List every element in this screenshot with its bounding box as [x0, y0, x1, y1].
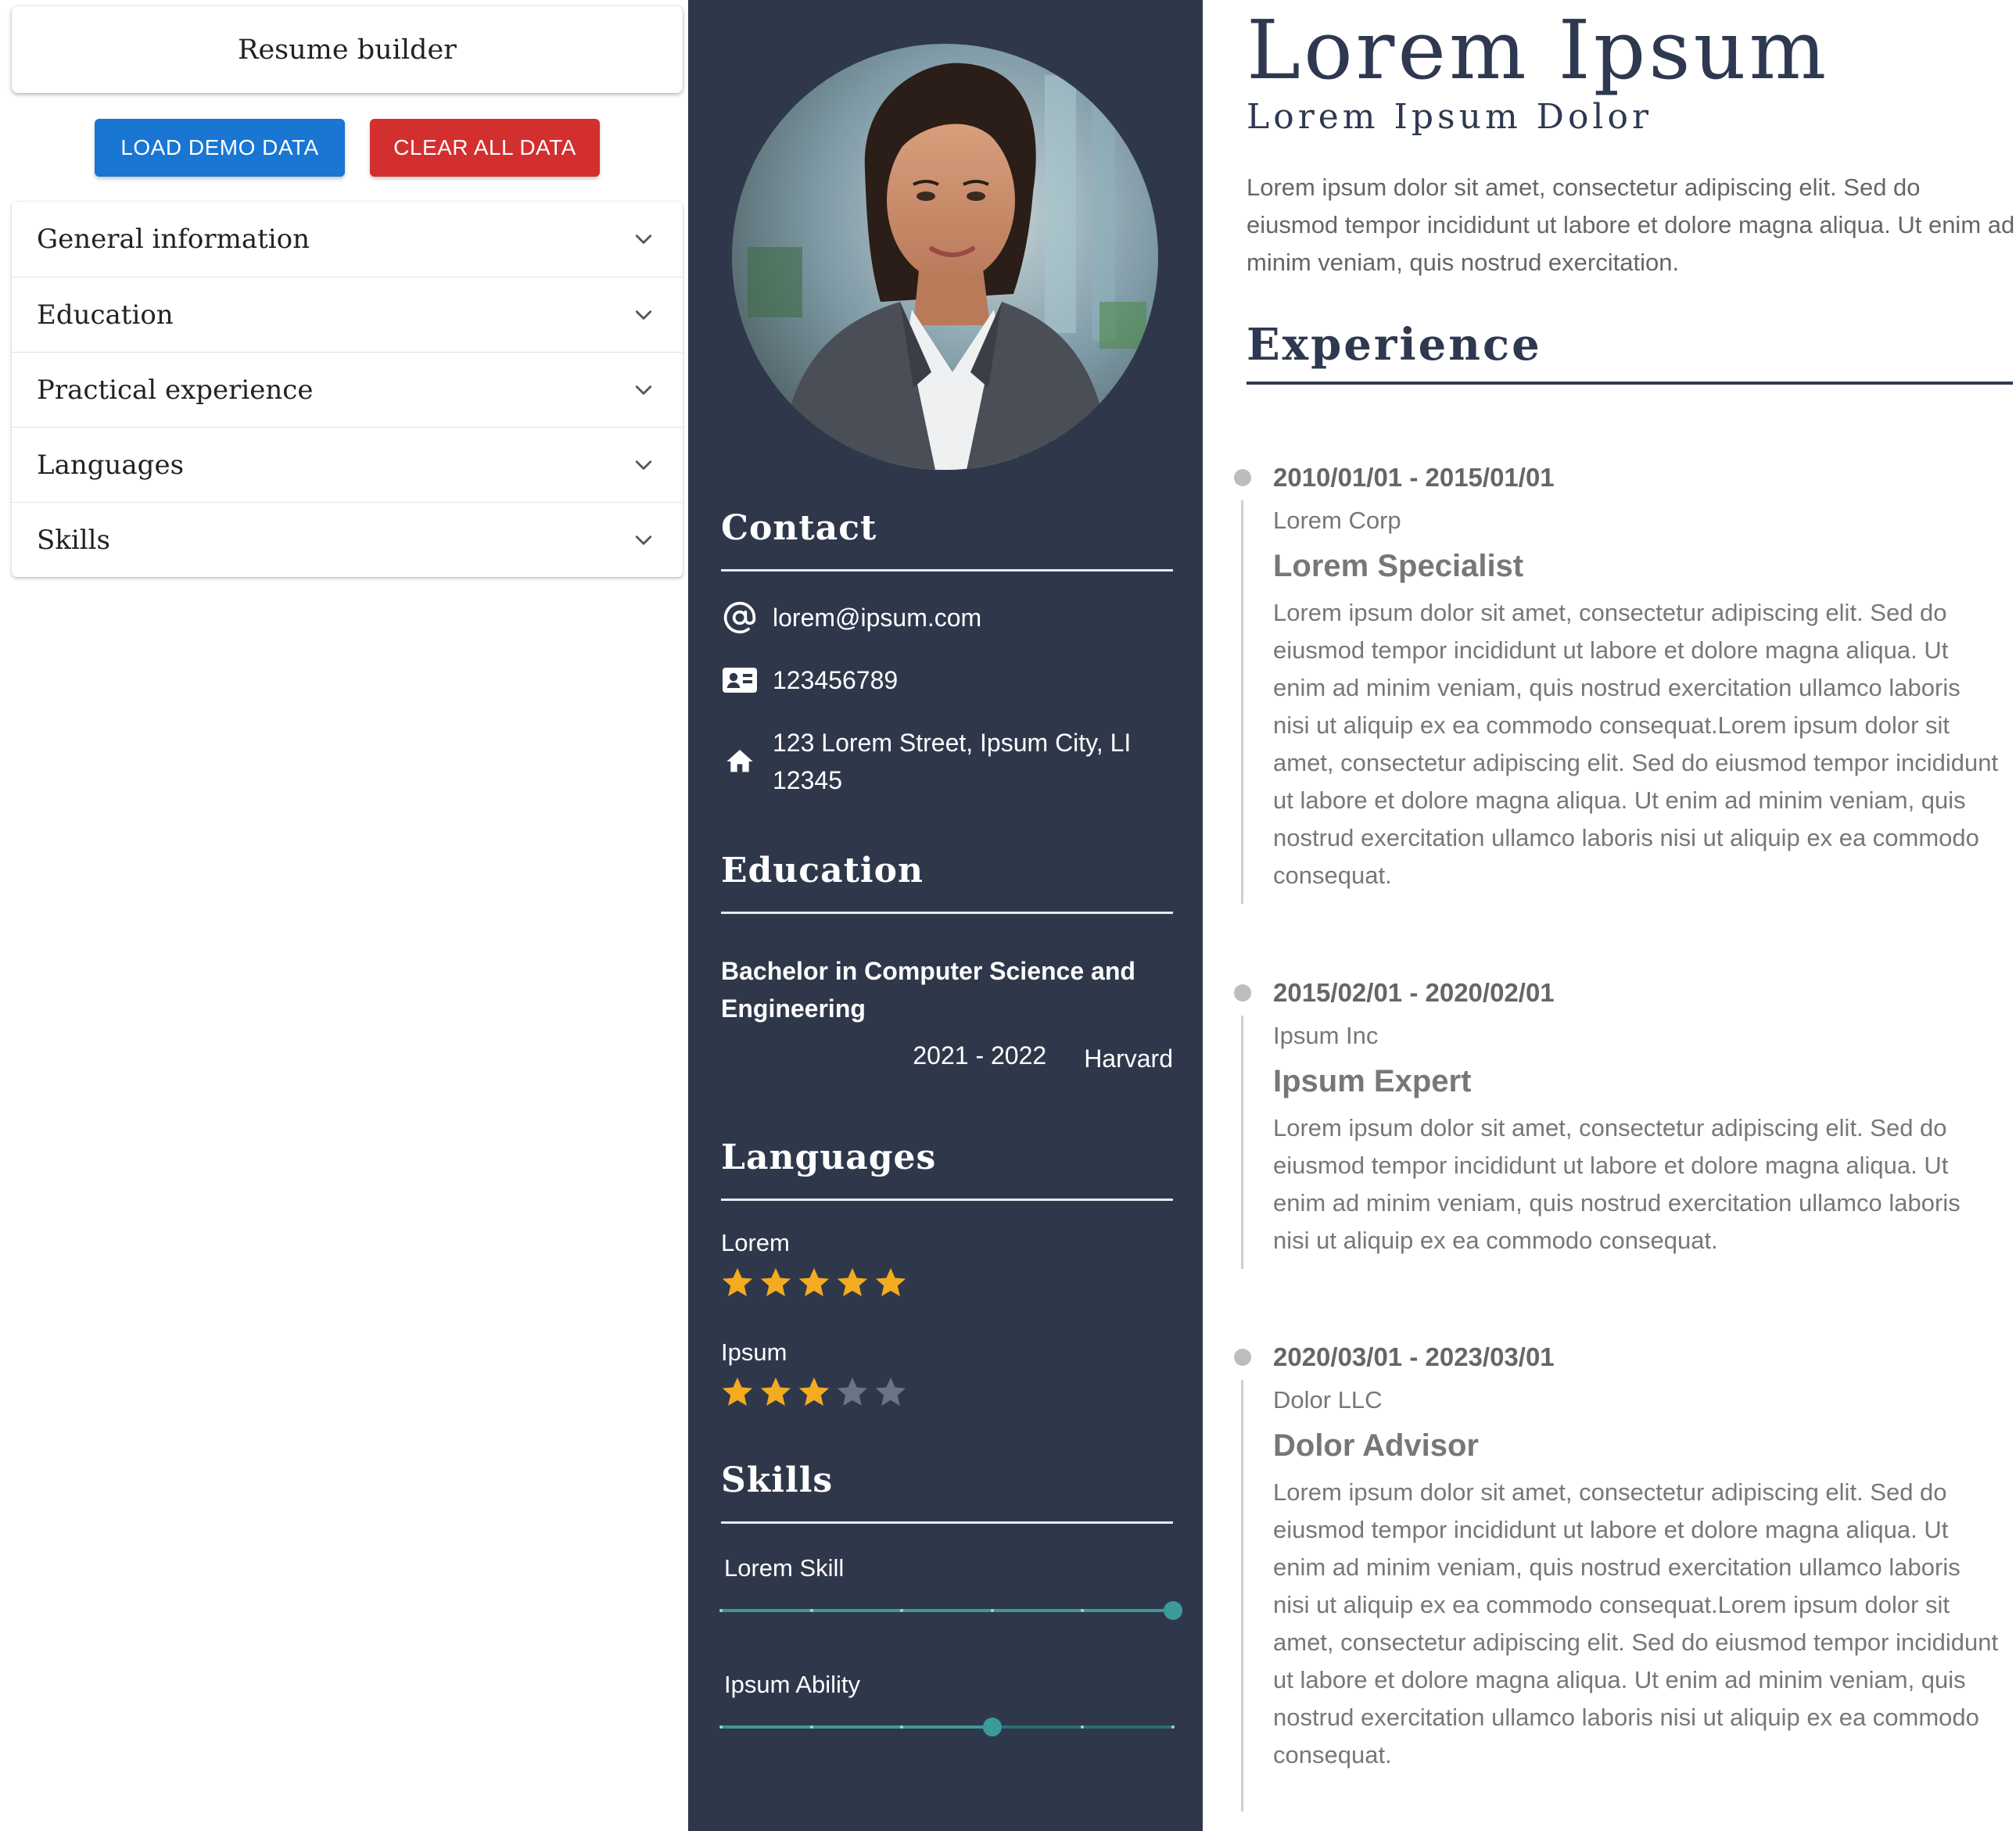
job-role: Lorem Specialist — [1273, 549, 1524, 583]
languages-divider — [721, 1199, 1173, 1201]
skills-heading: Skills — [721, 1460, 834, 1500]
chevron-down-icon[interactable] — [630, 225, 658, 253]
job-dates: 2010/01/01 - 2015/01/01 — [1273, 463, 1555, 492]
slider-track[interactable] — [721, 1609, 1173, 1612]
slider-mark — [1171, 1725, 1175, 1729]
slider-mark — [809, 1725, 813, 1729]
slider-thumb[interactable] — [1164, 1601, 1182, 1620]
resume-summary: Lorem ipsum dolor sit amet, consectetur … — [1247, 174, 2015, 276]
star-filled-icon[interactable] — [834, 1265, 870, 1301]
timeline-line — [1241, 500, 1243, 904]
app-title-card: Resume builder — [12, 6, 683, 93]
accordion-practical-experience[interactable]: Practical experience — [12, 352, 683, 427]
education-divider — [721, 912, 1173, 914]
skills-divider — [721, 1521, 1173, 1524]
accordion-label: Languages — [37, 449, 185, 481]
languages-heading: Languages — [721, 1138, 937, 1177]
education-meta: 2021 - 2022 Harvard — [721, 1041, 1173, 1073]
star-filled-icon[interactable] — [758, 1374, 794, 1410]
timeline-dot — [1234, 1349, 1251, 1366]
resume-sidebar: Contact lorem@ipsum.com 123456789 123 Lo… — [688, 0, 1203, 1831]
star-filled-icon[interactable] — [796, 1374, 832, 1410]
at-sign-icon — [721, 599, 759, 636]
job-dates: 2020/03/01 - 2023/03/01 — [1273, 1342, 1555, 1371]
accordion-education[interactable]: Education — [12, 277, 683, 352]
experience-divider — [1247, 382, 2013, 385]
job-role: Dolor Advisor — [1273, 1428, 1479, 1463]
slider-track[interactable] — [721, 1725, 992, 1729]
contact-phone-row: 123456789 — [721, 661, 1175, 699]
skill-slider[interactable] — [719, 1718, 1175, 1736]
editor-panel: Resume builder LOAD DEMO DATA CLEAR ALL … — [0, 0, 688, 1831]
profile-photo — [732, 44, 1158, 470]
app-title: Resume builder — [238, 34, 457, 66]
job-description: Lorem ipsum dolor sit amet, consectetur … — [1273, 599, 1999, 889]
timeline-dot — [1234, 984, 1251, 1001]
accordion-label: General information — [37, 224, 310, 255]
timeline-line — [1241, 1380, 1243, 1811]
slider-mark — [719, 1725, 723, 1729]
job-description: Lorem ipsum dolor sit amet, consectetur … — [1273, 1478, 1999, 1768]
resume-main: Lorem Ipsum Lorem Ipsum Dolor Lorem ipsu… — [1203, 0, 2016, 1831]
chevron-down-icon[interactable] — [630, 301, 658, 329]
slider-mark — [719, 1609, 723, 1612]
slider-thumb[interactable] — [982, 1718, 1002, 1736]
slider-mark — [809, 1609, 813, 1612]
accordion-label: Practical experience — [37, 374, 314, 406]
accordion-skills[interactable]: Skills — [12, 502, 683, 577]
star-filled-icon[interactable] — [758, 1265, 794, 1301]
contact-email[interactable]: lorem@ipsum.com — [773, 599, 981, 636]
contact-address: 123 Lorem Street, Ipsum City, LI 12345 — [773, 729, 1132, 794]
star-filled-icon[interactable] — [873, 1265, 909, 1301]
language-rating[interactable] — [719, 1265, 909, 1301]
chevron-down-icon[interactable] — [630, 526, 658, 554]
skill-name: Lorem Skill — [724, 1554, 845, 1582]
contact-divider — [721, 569, 1173, 572]
education-degree: Bachelor in Computer Science and Enginee… — [721, 957, 1135, 1023]
language-rating[interactable] — [719, 1374, 909, 1410]
clear-all-data-button[interactable]: CLEAR ALL DATA — [370, 119, 600, 177]
resume-name: Lorem Ipsum — [1247, 2, 1830, 98]
skill-name: Ipsum Ability — [724, 1671, 861, 1698]
job-company: Lorem Corp — [1273, 507, 1401, 534]
contact-heading: Contact — [721, 508, 877, 548]
education-heading: Education — [721, 851, 924, 890]
chevron-down-icon[interactable] — [630, 376, 658, 404]
timeline-dot — [1234, 469, 1251, 486]
timeline-line — [1241, 1016, 1243, 1269]
accordion-label: Education — [37, 299, 174, 331]
skill-slider[interactable] — [719, 1601, 1182, 1620]
language-name: Lorem — [721, 1229, 790, 1256]
contact-email-row: lorem@ipsum.com — [721, 599, 1175, 636]
star-filled-icon[interactable] — [719, 1265, 755, 1301]
chevron-down-icon[interactable] — [630, 451, 658, 479]
education-years: 2021 - 2022 — [913, 1041, 1047, 1070]
language-name: Ipsum — [721, 1338, 787, 1366]
job-company: Ipsum Inc — [1273, 1022, 1379, 1049]
star-empty-icon[interactable] — [834, 1374, 870, 1410]
star-empty-icon[interactable] — [873, 1374, 909, 1410]
accordion-general-information[interactable]: General information — [12, 202, 683, 277]
job-company: Dolor LLC — [1273, 1386, 1383, 1414]
contact-address-row: 123 Lorem Street, Ipsum City, LI 12345 — [721, 724, 1175, 799]
slider-mark — [990, 1609, 994, 1612]
contact-phone: 123456789 — [773, 666, 899, 694]
star-filled-icon[interactable] — [719, 1374, 755, 1410]
job-role: Ipsum Expert — [1273, 1064, 1472, 1098]
home-icon — [721, 743, 759, 780]
contact-card-icon — [721, 661, 759, 699]
accordion-languages[interactable]: Languages — [12, 427, 683, 502]
resume-title: Lorem Ipsum Dolor — [1247, 97, 1653, 137]
job-description: Lorem ipsum dolor sit amet, consectetur … — [1273, 1114, 1960, 1254]
experience-heading: Experience — [1247, 319, 1542, 371]
load-demo-data-button[interactable]: LOAD DEMO DATA — [95, 119, 345, 177]
education-school: Harvard — [1084, 1044, 1173, 1073]
star-filled-icon[interactable] — [796, 1265, 832, 1301]
section-accordion: General information Education Practical … — [12, 202, 683, 577]
job-dates: 2015/02/01 - 2020/02/01 — [1273, 978, 1555, 1007]
accordion-label: Skills — [37, 524, 110, 556]
